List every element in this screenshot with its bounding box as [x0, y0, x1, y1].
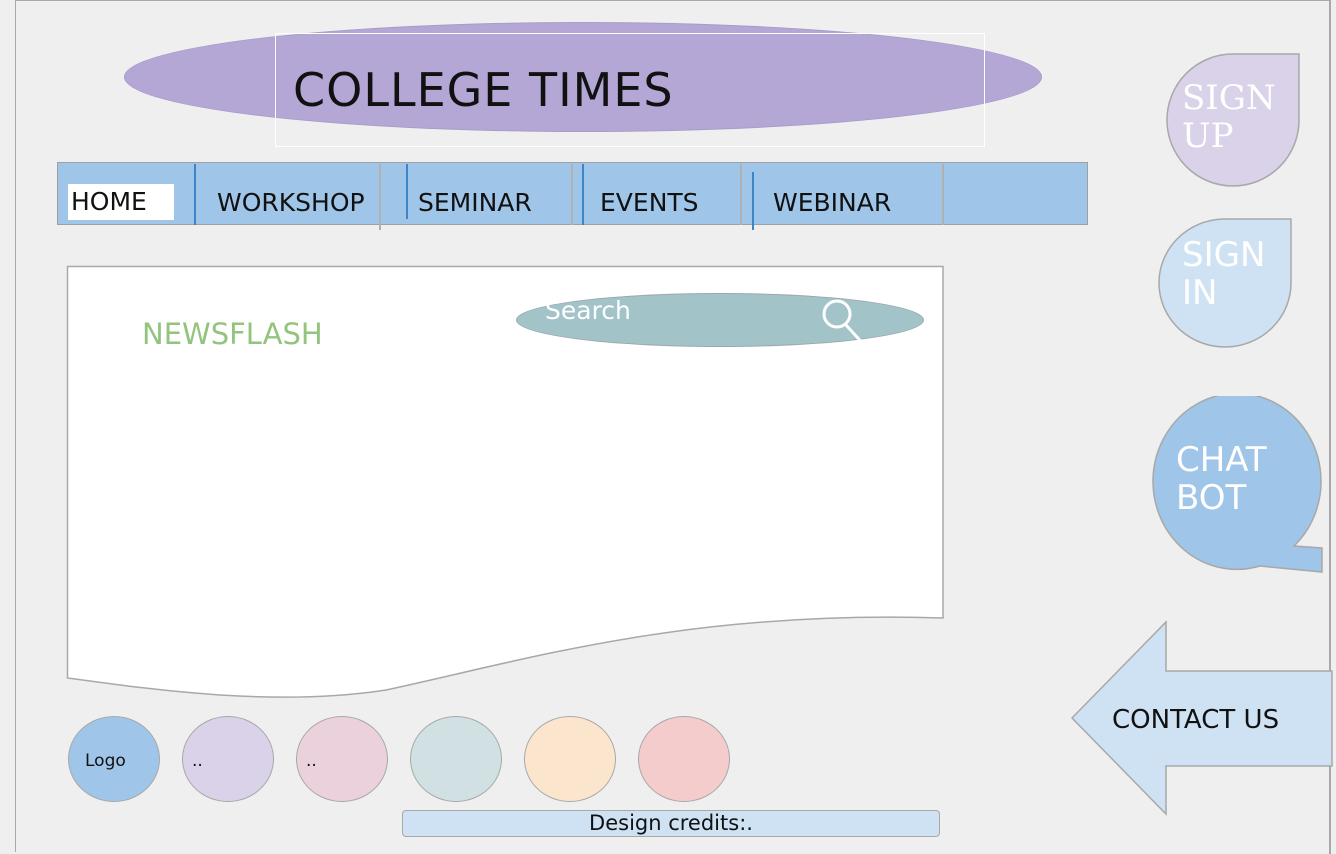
nav-separator [752, 172, 754, 230]
footer-circle-2-label: .. [192, 751, 203, 771]
nav-separator [571, 164, 573, 225]
nav-item-events[interactable]: EVENTS [600, 185, 699, 221]
page-title: COLLEGE TIMES [293, 63, 674, 117]
contact-us-label: CONTACT US [1112, 705, 1280, 735]
nav-bar [57, 162, 1088, 225]
footer-circle-4[interactable] [410, 716, 502, 802]
nav-item-webinar[interactable]: WEBINAR [773, 185, 891, 221]
nav-separator [942, 164, 944, 225]
design-credits: Design credits:. [402, 810, 940, 837]
newsflash-heading: NEWSFLASH [142, 317, 323, 351]
nav-separator [740, 164, 742, 225]
search-icon[interactable] [820, 296, 870, 350]
footer-circle-5[interactable] [524, 716, 616, 802]
nav-separator [194, 164, 196, 225]
nav-item-home[interactable]: HOME [68, 184, 174, 220]
sign-in-label: SIGN IN [1182, 235, 1266, 313]
footer-circle-3-label: .. [306, 751, 317, 771]
sign-up-label: SIGN UP [1182, 78, 1276, 156]
nav-separator [582, 164, 584, 225]
nav-item-seminar[interactable]: SEMINAR [418, 185, 532, 221]
chatbot-label: CHAT BOT [1176, 440, 1267, 518]
search-placeholder: Search [545, 296, 631, 325]
nav-separator [406, 164, 408, 219]
nav-item-workshop[interactable]: WORKSHOP [217, 185, 365, 221]
footer-circle-6[interactable] [638, 716, 730, 802]
nav-separator [379, 164, 381, 230]
logo-label: Logo [85, 751, 126, 771]
